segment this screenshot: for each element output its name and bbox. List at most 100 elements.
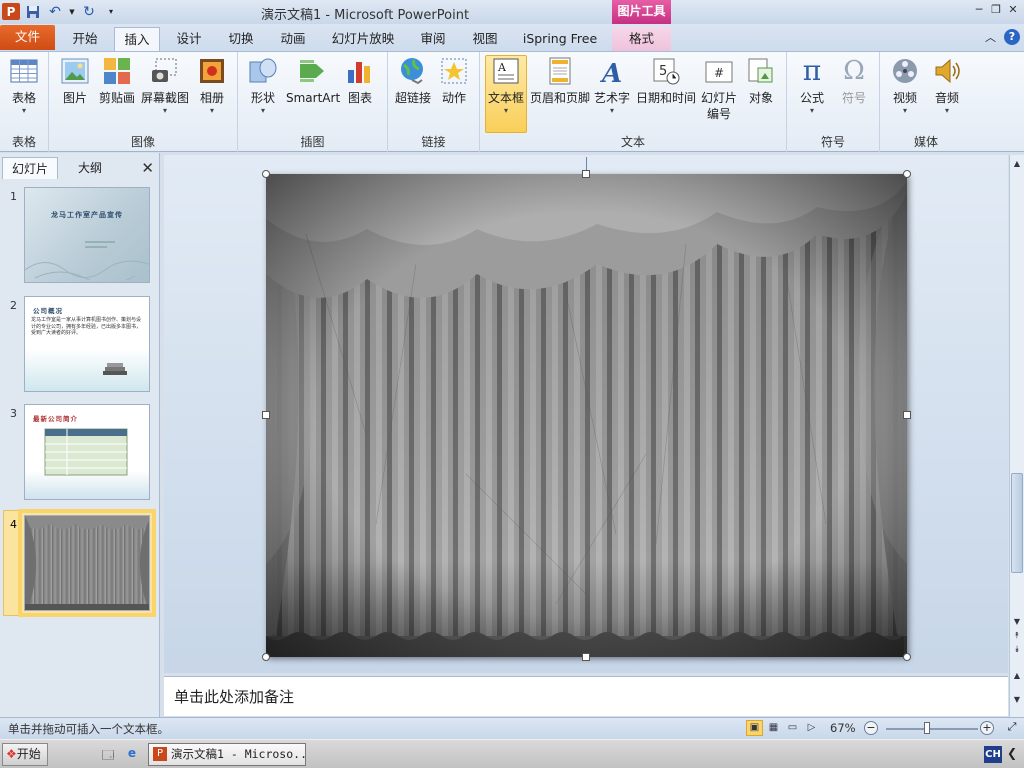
tab-insert[interactable]: 插入 [114, 27, 160, 51]
action-button[interactable]: 动作 [437, 56, 471, 106]
shapes-icon [248, 56, 278, 86]
vertical-scrollbar[interactable]: ▲ ▼ ⯭ ⯯ ▲ ▼ [1009, 155, 1024, 718]
tab-file[interactable]: 文件 [0, 25, 55, 50]
group-media: 视频 ▾ 音频 ▾ 媒体 [880, 52, 972, 152]
scroll-up-icon[interactable]: ▲ [1011, 159, 1023, 168]
smartart-button[interactable]: SmartArt [286, 56, 340, 106]
tab-format[interactable]: 格式 [612, 27, 671, 51]
tab-animations[interactable]: 动画 [270, 27, 316, 51]
textbox-button[interactable]: A 文本框 ▾ [485, 55, 527, 133]
slide-thumbnail-2[interactable]: 公司概况 龙马工作室是一家从事计算机图书创作、策划与设计的专业公司，拥有多年经验… [24, 296, 150, 392]
minimize-ribbon-icon[interactable]: ︿ [985, 29, 996, 45]
resize-handle-bottom-right[interactable] [903, 653, 911, 661]
resize-handle-bottom[interactable] [582, 653, 590, 661]
resize-handle-top[interactable] [582, 170, 590, 178]
table-icon [9, 56, 39, 86]
scroll-down-icon[interactable]: ▼ [1011, 617, 1023, 626]
wordart-button[interactable]: A 艺术字 ▾ [593, 56, 631, 116]
globe-link-icon [398, 56, 428, 86]
status-message: 单击并拖动可插入一个文本框。 [8, 722, 169, 736]
video-button[interactable]: 视频 ▾ [888, 56, 922, 116]
notes-pane[interactable]: 单击此处添加备注 [164, 676, 1008, 716]
normal-view-icon[interactable]: ▣ [746, 720, 763, 736]
powerpoint-icon: P [153, 747, 167, 761]
equation-button[interactable]: π 公式 ▾ [795, 56, 829, 116]
slide-number-button[interactable]: # 幻灯片 编号 [699, 56, 739, 122]
language-indicator[interactable]: CH [984, 746, 1002, 763]
screenshot-button[interactable]: 屏幕截图 ▾ [139, 56, 191, 116]
resize-handle-top-right[interactable] [903, 170, 911, 178]
zoom-out-icon[interactable]: − [864, 721, 878, 735]
resize-handle-left[interactable] [262, 411, 270, 419]
fit-to-window-icon[interactable]: ⤢ [1004, 720, 1020, 736]
scrollbar-thumb[interactable] [1011, 473, 1023, 573]
help-icon[interactable]: ? [1004, 29, 1020, 45]
zoom-in-icon[interactable]: + [980, 721, 994, 735]
photo-album-button[interactable]: 相册 ▾ [196, 56, 228, 116]
datetime-button[interactable]: 5 日期和时间 [635, 56, 697, 106]
group-label-symbols: 符号 [820, 135, 845, 149]
slide-canvas[interactable] [266, 174, 907, 657]
resize-handle-bottom-left[interactable] [262, 653, 270, 661]
notes-placeholder[interactable]: 单击此处添加备注 [174, 686, 294, 707]
tray-expand-icon[interactable]: ❮ [1007, 746, 1017, 760]
slide-thumbnail-title: 龙马工作室产品宣传 [51, 211, 123, 219]
dropdown-arrow-icon: ▾ [503, 106, 508, 115]
dropdown-arrow-icon: ▾ [944, 106, 949, 115]
window-controls: ─ ❐ ✕ [972, 3, 1020, 17]
hscroll-up-icon[interactable]: ▲ [1011, 671, 1023, 680]
header-footer-icon [545, 56, 575, 86]
audio-button[interactable]: 音频 ▾ [930, 56, 964, 116]
zoom-slider[interactable] [886, 728, 978, 730]
shapes-button[interactable]: 形状 ▾ [246, 56, 280, 116]
slide-number: 4 [10, 518, 17, 531]
header-footer-button[interactable]: 页眉和页脚 [529, 56, 591, 106]
tab-slideshow[interactable]: 幻灯片放映 [326, 27, 400, 51]
group-images: 图片 剪贴画 屏幕截图 ▾ 相册 ▾ 图像 [49, 52, 238, 152]
reading-view-icon[interactable]: ▭ [784, 720, 801, 736]
clipart-button[interactable]: 剪贴画 [98, 56, 136, 106]
close-pane-icon[interactable]: ✕ [141, 159, 154, 177]
table-button[interactable]: 表格 ▾ [6, 56, 42, 116]
close-icon[interactable]: ✕ [1006, 3, 1020, 17]
slide-decoration-pattern [25, 241, 149, 282]
picture-button[interactable]: 图片 [59, 56, 91, 106]
tab-design[interactable]: 设计 [166, 27, 212, 51]
show-desktop-icon[interactable]: 🗔 [100, 746, 116, 762]
tab-slides[interactable]: 幻灯片 [2, 157, 58, 179]
resize-handle-right[interactable] [903, 411, 911, 419]
slide-thumbnail-body: 龙马工作室是一家从事计算机图书创作、策划与设计的专业公司，拥有多年经验，已出版多… [31, 317, 142, 336]
tab-view[interactable]: 视图 [462, 27, 508, 51]
zoom-slider-knob[interactable] [924, 722, 931, 734]
screenshot-icon [150, 56, 180, 86]
hscroll-down-icon[interactable]: ▼ [1011, 695, 1023, 704]
object-button[interactable]: 对象 [744, 56, 778, 106]
tab-ispring[interactable]: iSpring Free [516, 27, 604, 51]
slide-thumbnail-1[interactable]: 龙马工作室产品宣传 [24, 187, 150, 283]
previous-slide-icon[interactable]: ⯭ [1011, 631, 1023, 641]
next-slide-icon[interactable]: ⯯ [1011, 645, 1023, 655]
slides-pane: 幻灯片 大纲 ✕ 1 龙马工作室产品宣传 2 公司概况 龙马工作室是一家从事计算… [0, 153, 160, 717]
restore-icon[interactable]: ❐ [989, 3, 1003, 17]
tab-outline[interactable]: 大纲 [62, 157, 118, 179]
slideshow-view-icon[interactable]: ▷ [803, 720, 820, 736]
resize-handle-top-left[interactable] [262, 170, 270, 178]
start-button[interactable]: ❖开始 [2, 743, 48, 766]
group-tables: 表格 ▾ 表格 [0, 52, 49, 152]
zoom-level[interactable]: 67% [830, 721, 856, 735]
tab-home[interactable]: 开始 [62, 27, 108, 51]
tab-transitions[interactable]: 切换 [218, 27, 264, 51]
stage-curtain-picture[interactable] [266, 174, 907, 657]
symbol-button[interactable]: Ω 符号 [837, 56, 871, 106]
hyperlink-button[interactable]: 超链接 [393, 56, 433, 106]
slide-thumbnail-4[interactable] [18, 509, 156, 617]
taskbar: ❖开始 🗔 e P 演示文稿1 - Microso... CH ❮ [0, 739, 1024, 768]
tab-review[interactable]: 审阅 [410, 27, 456, 51]
ie-browser-icon[interactable]: e [124, 746, 140, 762]
slide-sorter-view-icon[interactable]: ▦ [765, 720, 782, 736]
slide-thumbnail-3[interactable]: 最新公司简介 [24, 404, 150, 500]
taskbar-item-powerpoint[interactable]: P 演示文稿1 - Microso... [148, 743, 306, 766]
slide-number-icon: # [704, 56, 734, 86]
minimize-icon[interactable]: ─ [972, 3, 986, 17]
chart-button[interactable]: 图表 [343, 56, 377, 106]
